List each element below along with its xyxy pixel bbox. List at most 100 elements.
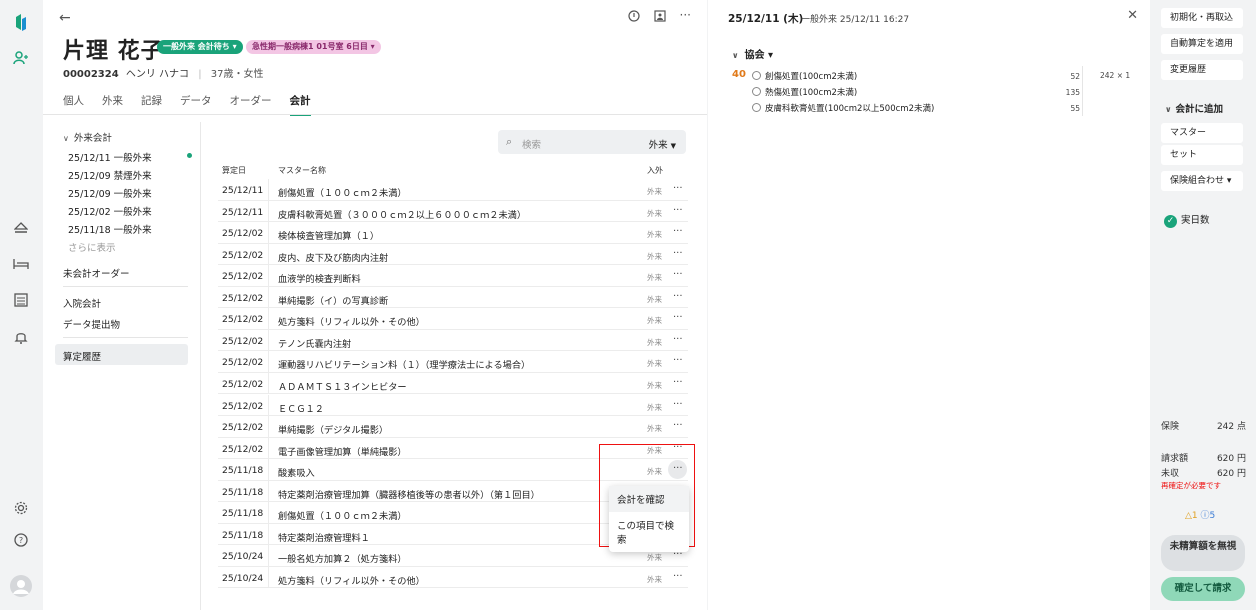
io-filter-select[interactable]: 外来 ▼ <box>649 137 676 151</box>
tab-billing[interactable]: 会計 <box>289 93 311 116</box>
tab-records[interactable]: 記録 <box>141 93 162 116</box>
procedure-row[interactable]: 皮膚科軟膏処置(100cm2以上500cm2未満) <box>752 102 934 114</box>
search-input[interactable]: 検索 <box>522 137 541 151</box>
app-logo-icon[interactable] <box>11 12 31 32</box>
row-more-icon[interactable]: ··· <box>673 571 683 582</box>
visit-item[interactable]: 25/12/02 一般外来 <box>68 204 152 218</box>
outpatient-billing-header[interactable]: ∨ 外来会計 <box>63 130 112 144</box>
row-more-icon[interactable]: ··· <box>673 205 683 216</box>
row-io: 外来 <box>647 251 662 261</box>
row-date: 25/11/18 <box>222 508 264 520</box>
actual-days-label: 実日数 <box>1181 215 1210 226</box>
inpatient-billing[interactable]: 入院会計 <box>63 296 101 310</box>
row-more-icon[interactable]: ··· <box>673 226 683 237</box>
procedure-row[interactable]: 創傷処置(100cm2未満) <box>752 70 857 82</box>
patient-toolbar: ··· <box>627 9 691 25</box>
divider <box>268 179 269 200</box>
tab-orders[interactable]: オーダー <box>230 93 272 116</box>
row-more-icon[interactable]: ··· <box>673 248 683 259</box>
bed-icon[interactable] <box>11 254 31 274</box>
confirm-billing-button[interactable]: 確定して請求 <box>1161 577 1245 601</box>
divider <box>63 337 188 338</box>
more-icon[interactable]: ··· <box>680 9 691 25</box>
table-row[interactable]: 25/12/02 運動器リハビリテーション料（１）（理学療法士による場合） 外来 ··… <box>218 351 688 373</box>
master-button[interactable]: マスター <box>1161 123 1243 143</box>
radio-icon[interactable] <box>752 103 761 112</box>
data-export[interactable]: データ提出物 <box>63 317 120 331</box>
table-row[interactable]: 25/12/02 単純撮影（デジタル撮影） 外来 ··· <box>218 416 688 438</box>
change-history-button[interactable]: 変更履歴 <box>1161 60 1243 80</box>
table-row[interactable]: 25/12/02 皮内、皮下及び筋肉内注射 外来 ··· <box>218 243 688 266</box>
comment-icon[interactable] <box>627 10 640 25</box>
ward-badge[interactable]: 急性期一般病棟1 01号室 6日目 ▾ <box>246 40 381 54</box>
eject-icon[interactable] <box>11 218 31 238</box>
tab-outpatient[interactable]: 外来 <box>102 93 123 116</box>
row-more-icon[interactable]: ··· <box>673 377 683 388</box>
row-date: 25/11/18 <box>222 529 264 541</box>
visit-item[interactable]: 25/12/11 一般外来 <box>68 150 152 164</box>
table-row[interactable]: 25/12/02 ＡＤＡＭＴＳ１３インヒビター 外来 ··· <box>218 372 688 395</box>
radio-icon[interactable] <box>752 87 761 96</box>
reconfirm-warning: 再確定が必要です <box>1161 481 1221 490</box>
bell-icon[interactable] <box>11 327 31 347</box>
row-more-icon[interactable]: ··· <box>673 334 683 345</box>
calc-history[interactable]: 算定履歴 <box>63 349 101 363</box>
action-column: 初期化・再取込 自動算定を適用 変更履歴 ∨ 会計に追加 マスター セット 保険組… <box>1151 0 1256 610</box>
visit-item[interactable]: 25/12/09 一般外来 <box>68 186 152 200</box>
row-more-icon[interactable]: ··· <box>673 420 683 431</box>
table-row[interactable]: 25/12/02 処方箋料（リフィル以外・その他） 外来 ··· <box>218 308 688 330</box>
insurer-select[interactable]: ∨ 協会 ▾ <box>732 46 773 61</box>
row-more-icon[interactable]: ··· <box>673 399 683 410</box>
status-badge[interactable]: 一般外来 会計待ち ▾ <box>157 40 243 54</box>
row-date: 25/10/24 <box>222 572 264 584</box>
row-date: 25/12/02 <box>222 378 264 390</box>
list-icon[interactable] <box>11 290 31 310</box>
row-more-icon[interactable]: ··· <box>673 312 683 323</box>
divider <box>268 265 269 287</box>
row-more-icon[interactable]: ··· <box>673 291 683 302</box>
tab-data[interactable]: データ <box>180 93 212 116</box>
visit-item[interactable]: 25/12/09 禁煙外来 <box>68 168 152 182</box>
table-row[interactable]: 25/10/24 処方箋料（リフィル以外・その他） 外来 ··· <box>218 566 688 589</box>
patients-icon[interactable] <box>11 48 31 68</box>
row-more-icon[interactable]: ··· <box>673 183 683 194</box>
table-row[interactable]: 25/12/11 創傷処置（１００ｃｍ２未満） 外来 ··· <box>218 179 688 201</box>
divider <box>268 523 269 545</box>
avatar[interactable] <box>9 574 33 598</box>
table-row[interactable]: 25/12/02 血液学的検査判断料 外来 ··· <box>218 265 688 287</box>
row-master-name: ＥＣＧ１２ <box>278 403 324 415</box>
table-row[interactable]: 25/12/11 皮膚科軟膏処置（３０００ｃｍ２以上６０００ｃｍ２未満） 外来 ··· <box>218 200 688 223</box>
visit-item[interactable]: 25/11/18 一般外来 <box>68 222 152 236</box>
menu-item-confirm-billing[interactable]: 会計を確認 <box>609 486 689 512</box>
row-more-icon[interactable]: ··· <box>673 269 683 280</box>
procedure-row[interactable]: 熱傷処置(100cm2未満) <box>752 86 857 98</box>
table-row[interactable]: 25/12/02 単純撮影（イ）の写真診断 外来 ··· <box>218 286 688 309</box>
points-value: 40 <box>732 69 746 80</box>
unbilled-orders[interactable]: 未会計オーダー <box>63 266 130 280</box>
table-row[interactable]: 25/12/02 テノン氏嚢内注射 外来 ··· <box>218 329 688 352</box>
menu-item-search-this[interactable]: この項目で検索 <box>609 512 689 552</box>
gear-icon[interactable] <box>11 498 31 518</box>
row-more-icon[interactable]: ··· <box>673 355 683 366</box>
table-row[interactable]: 25/12/02 検体検査管理加算（１） 外来 ··· <box>218 222 688 244</box>
show-more-link[interactable]: さらに表示 <box>68 240 116 254</box>
insurance-combo-select[interactable]: 保険組合わせ ▾ <box>1161 171 1243 191</box>
apply-auto-calc-button[interactable]: 自動算定を適用 <box>1161 34 1243 54</box>
set-button[interactable]: セット <box>1161 145 1243 165</box>
add-to-billing-header[interactable]: ∨ 会計に追加 <box>1165 101 1223 115</box>
ignore-unpaid-button[interactable]: 未精算額を無視 <box>1161 535 1245 571</box>
table-row[interactable]: 25/12/02 ＥＣＧ１２ 外来 ··· <box>218 394 688 416</box>
help-icon[interactable]: ? <box>11 530 31 550</box>
row-master-name: 運動器リハビリテーション料（１）（理学療法士による場合） <box>278 360 531 372</box>
col-name-header: マスター名称 <box>278 166 326 175</box>
id-card-icon[interactable] <box>653 10 666 25</box>
alert-counts[interactable]: △1 ⓘ5 <box>1185 508 1215 521</box>
close-icon[interactable]: ✕ <box>1127 8 1138 23</box>
radio-icon[interactable] <box>752 71 761 80</box>
back-arrow-icon[interactable]: ← <box>59 10 71 26</box>
actual-days-toggle[interactable]: ✓ 実日数 <box>1164 212 1210 228</box>
reset-reimport-button[interactable]: 初期化・再取込 <box>1161 8 1243 28</box>
patient-id: 00002324 <box>63 69 119 80</box>
divider <box>268 243 269 265</box>
tab-personal[interactable]: 個人 <box>63 93 84 116</box>
